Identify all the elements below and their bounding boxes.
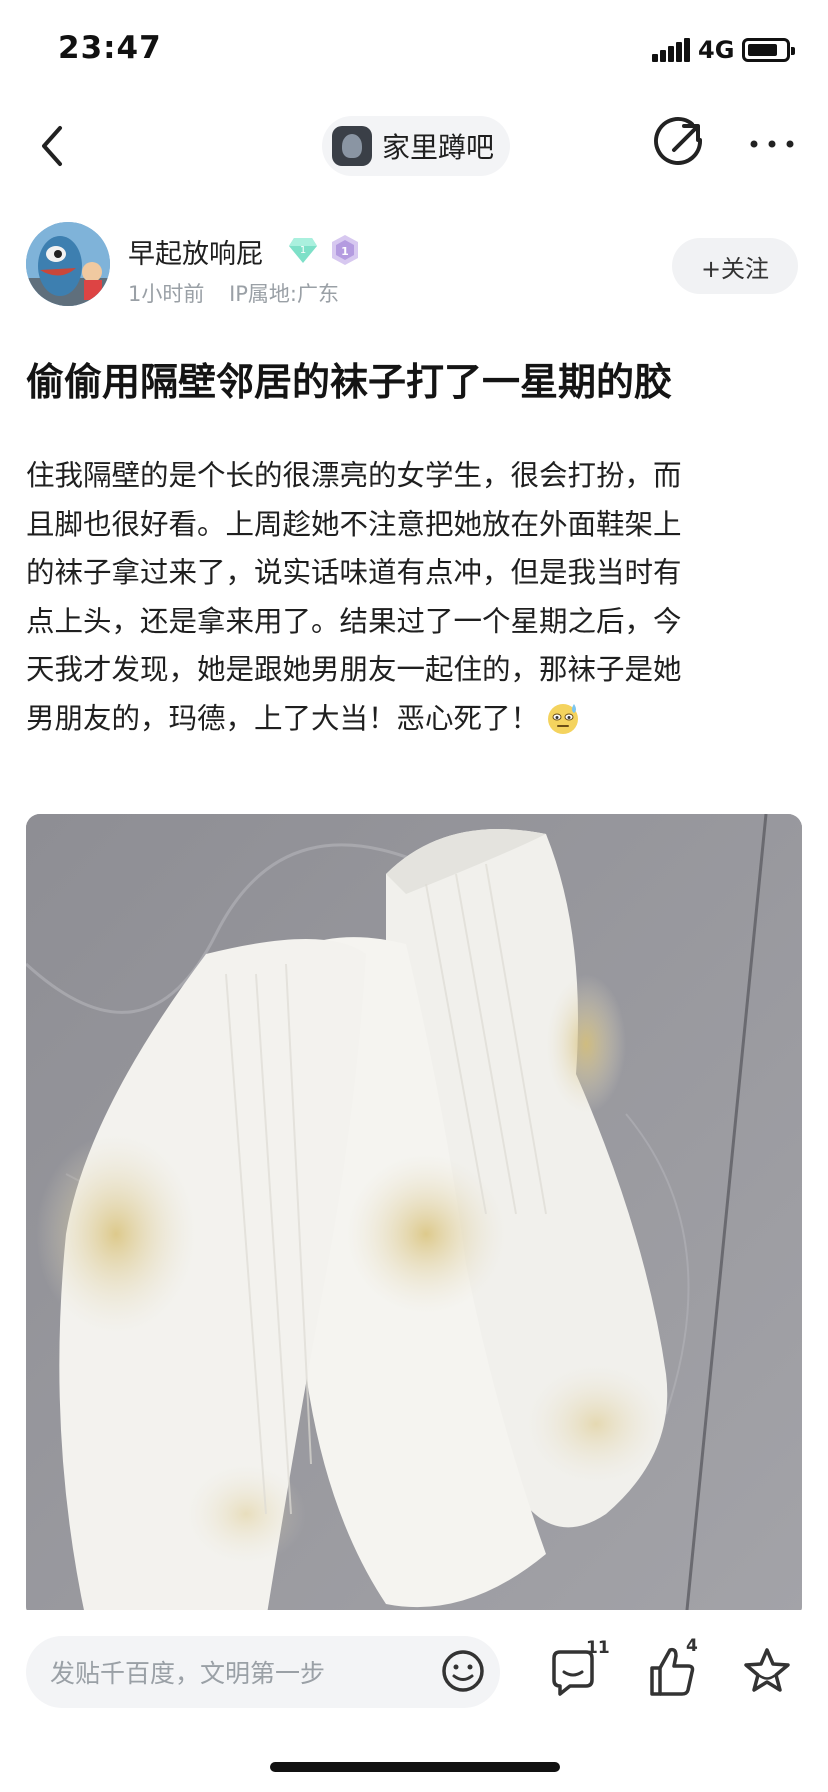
smiley-icon bbox=[442, 1650, 484, 1692]
nav-bar: 家里蹲吧 bbox=[0, 100, 828, 192]
level-badge-icon: 1 bbox=[330, 234, 360, 266]
svg-text:1: 1 bbox=[300, 245, 306, 256]
post-body-line: 男朋友的，玛德，上了大当！恶心死了！ bbox=[26, 695, 804, 744]
status-time: 23:47 bbox=[58, 30, 162, 66]
share-button[interactable] bbox=[652, 116, 708, 172]
forum-name: 家里蹲吧 bbox=[382, 131, 495, 164]
comment-count: 11 bbox=[586, 1638, 610, 1658]
favorite-star-icon bbox=[744, 1648, 790, 1692]
author-name[interactable]: 早起放响屁 bbox=[128, 232, 263, 271]
post-body-line: 住我隔壁的是个长的很漂亮的女学生，很会打扮，而 bbox=[26, 459, 682, 492]
home-indicator bbox=[270, 1762, 560, 1772]
post-body-line: 天我才发现，她是跟她男朋友一起住的，那袜子是她 bbox=[26, 653, 682, 686]
more-icon bbox=[750, 140, 794, 148]
like-count: 4 bbox=[686, 1636, 698, 1656]
bottom-bar: 发贴千百度，文明第一步 11 4 bbox=[0, 1610, 828, 1730]
forum-avatar bbox=[332, 126, 372, 166]
ip-location: IP属地:广东 bbox=[229, 282, 339, 306]
post-body: 住我隔壁的是个长的很漂亮的女学生，很会打扮，而 且脚也很好看。上周趁她不注意把她… bbox=[26, 452, 804, 743]
favorite-button[interactable] bbox=[742, 1646, 792, 1696]
network-type: 4G bbox=[698, 36, 735, 64]
gem-badge-icon: 1 bbox=[288, 236, 318, 264]
white-socks-photo bbox=[26, 814, 802, 1620]
signal-icon bbox=[652, 38, 690, 62]
status-bar: 23:47 4G bbox=[0, 0, 828, 100]
forum-chip[interactable]: 家里蹲吧 bbox=[322, 116, 511, 176]
post-body-line: 点上头，还是拿来用了。结果过了一个星期之后，今 bbox=[26, 604, 682, 638]
follow-button[interactable]: +关注 bbox=[672, 238, 798, 294]
author-row: 早起放响屁 1 1 1小时前 IP属地:广东 +关注 bbox=[0, 222, 828, 312]
author-meta: 1小时前 IP属地:广东 bbox=[128, 278, 357, 308]
share-icon bbox=[654, 116, 703, 165]
sweat-emoji-icon bbox=[548, 703, 579, 734]
avatar[interactable] bbox=[26, 222, 110, 306]
back-button[interactable] bbox=[30, 118, 80, 174]
back-arrow-icon bbox=[42, 126, 62, 166]
post-body-line: 且脚也很好看。上周趁她不注意把她放在外面鞋架上 bbox=[26, 507, 682, 541]
post-body-last-text: 男朋友的，玛德，上了大当！恶心死了！ bbox=[26, 701, 540, 735]
level-badge-label: 1 bbox=[341, 245, 349, 258]
post-image[interactable] bbox=[26, 814, 802, 1620]
post-body-line: 的袜子拿过来了，说实话味道有点冲，但是我当时有 bbox=[26, 556, 682, 589]
comment-input[interactable]: 发贴千百度，文明第一步 bbox=[26, 1636, 500, 1708]
battery-icon bbox=[742, 38, 795, 62]
more-button[interactable] bbox=[744, 116, 800, 172]
like-button[interactable]: 4 bbox=[644, 1636, 706, 1700]
post-time: 1小时前 bbox=[128, 282, 205, 306]
post-title: 偷偷用隔壁邻居的袜子打了一星期的胶 bbox=[26, 360, 673, 404]
emoji-button[interactable] bbox=[440, 1648, 486, 1694]
comment-button[interactable]: 11 bbox=[548, 1638, 610, 1700]
